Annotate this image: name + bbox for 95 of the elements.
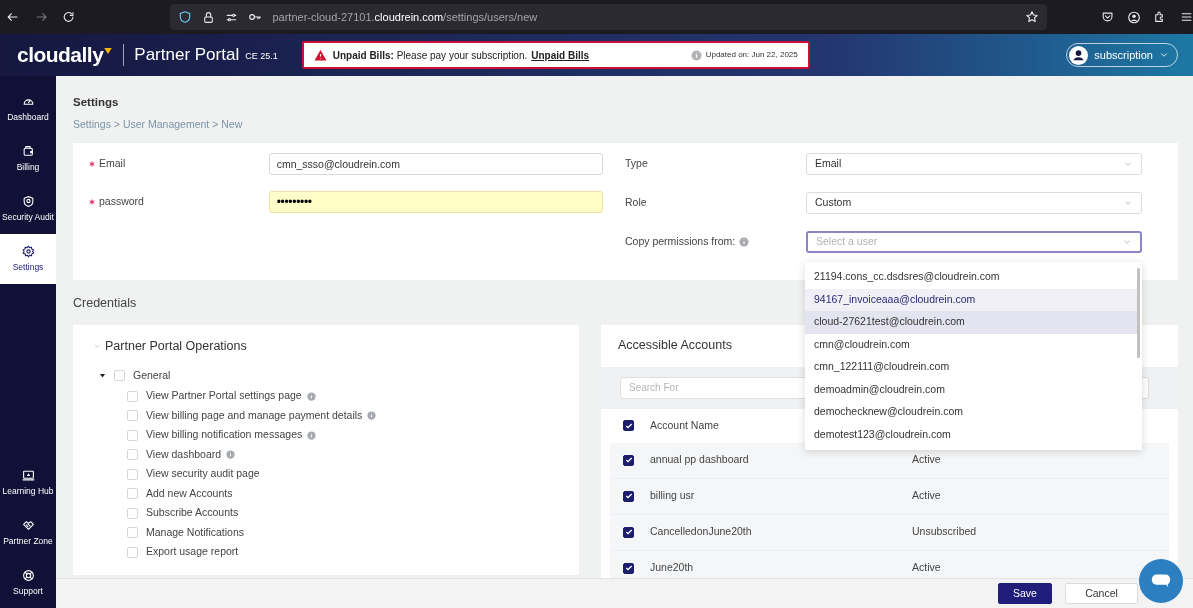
caret-down-icon[interactable]	[99, 371, 106, 379]
back-icon[interactable]	[6, 10, 20, 24]
checkbox[interactable]	[127, 429, 138, 441]
settings-icon	[21, 244, 35, 258]
field-label: Role	[625, 195, 647, 211]
sidebar-item[interactable]: Settings	[0, 234, 56, 284]
breadcrumb: Settings > User Management > New	[73, 117, 244, 133]
table-cell-text: Active	[912, 452, 941, 468]
shield-icon	[178, 10, 193, 24]
table-cell-text: Active	[912, 560, 941, 576]
checkbox[interactable]	[127, 488, 138, 500]
version-label: CE 25.1	[245, 50, 278, 64]
field-label: Email	[99, 156, 126, 172]
permission-label: View security audit page	[146, 466, 260, 482]
field-label: password	[99, 194, 144, 210]
checkbox[interactable]	[127, 527, 138, 539]
table-cell-text: June20th	[650, 560, 695, 576]
field-label: Copy permissions from:	[625, 234, 736, 250]
password-field[interactable]: •••••••••	[268, 191, 603, 213]
column-header: Account Name	[650, 417, 719, 433]
section-toggle[interactable]: Partner Portal Operations	[93, 336, 247, 356]
wallet-icon	[21, 144, 35, 158]
row-checkbox[interactable]	[623, 562, 634, 574]
row-checkbox[interactable]	[623, 454, 634, 466]
permission-label: View dashboard	[146, 446, 222, 462]
shield-icon	[21, 194, 35, 208]
table-cell-text: annual pp dashboard	[650, 452, 750, 468]
address-bar[interactable]: partner-cloud-27101.cloudrein.com/settings/users/new	[170, 4, 1048, 30]
row-checkbox[interactable]	[623, 526, 634, 538]
table-cell-text: Unsubscribed	[912, 524, 977, 540]
forward-icon[interactable]	[35, 10, 49, 24]
row-checkbox[interactable]	[623, 490, 634, 502]
warning-icon	[313, 48, 327, 62]
user-icon	[1069, 45, 1089, 65]
lifebuoy-icon	[21, 568, 35, 582]
sidebar-item[interactable]: Support	[0, 558, 56, 608]
unpaid-bills-link[interactable]: Unpaid Bills	[531, 47, 590, 63]
extensions-icon[interactable]	[1152, 10, 1166, 24]
info-icon	[739, 237, 750, 247]
checkbox[interactable]	[127, 546, 138, 558]
permission-label: Subscribe Accounts	[146, 505, 239, 521]
info-icon	[306, 391, 316, 401]
permission-label: Add new Accounts	[146, 485, 233, 501]
sidebar-item[interactable]: Billing	[0, 134, 56, 184]
select-all-checkbox[interactable]	[623, 420, 634, 432]
checkbox[interactable]	[127, 507, 138, 519]
laptop-icon	[21, 468, 35, 482]
sidebar-item[interactable]: Learning Hub	[0, 458, 56, 508]
alert-message: Unpaid Bills: Please pay your subscription.	[332, 48, 528, 63]
permission-label: View billing notification messages	[146, 427, 303, 443]
reload-icon[interactable]	[62, 10, 76, 24]
menu-icon[interactable]	[1179, 10, 1193, 24]
group-label: General	[133, 367, 171, 383]
sidebar-item[interactable]: Security Audit	[0, 184, 56, 234]
star-icon[interactable]	[1025, 10, 1040, 24]
text-field[interactable]: cmn_ssso@cloudrein.com	[268, 153, 603, 175]
info-icon	[690, 49, 702, 61]
sidebar-item[interactable]: Dashboard	[0, 84, 56, 134]
checkbox[interactable]	[127, 468, 138, 480]
account-icon[interactable]	[1126, 9, 1141, 25]
section-title: Credentials	[73, 295, 137, 312]
card-title: Accessible Accounts	[618, 337, 732, 355]
scrollbar[interactable]	[1137, 268, 1140, 358]
table-cell-text: billing usr	[650, 488, 696, 504]
checkbox[interactable]	[127, 449, 138, 461]
field-label: Type	[625, 156, 648, 172]
permission-label: View billing page and manage payment details	[146, 407, 363, 423]
permission-label: Manage Notifications	[146, 524, 245, 540]
select-field[interactable]: Custom	[806, 192, 1142, 214]
permission-label: Export usage report	[146, 544, 239, 560]
table-cell-text: CancelledonJune20th	[650, 524, 753, 540]
table-cell-text: Active	[912, 488, 941, 504]
dropdown-option[interactable]: cloud-27621test@cloudrein.com	[805, 311, 1137, 334]
info-icon	[226, 450, 236, 460]
cloudally-logo[interactable]: cloudally	[17, 39, 114, 71]
select-field[interactable]: Email	[806, 153, 1142, 175]
handshake-icon	[21, 518, 35, 532]
sidebar-item[interactable]: Partner Zone	[0, 508, 56, 558]
permission-label: View Partner Portal settings page	[146, 388, 302, 404]
page-title: Settings	[73, 95, 120, 110]
save-button[interactable]: Save	[998, 583, 1052, 604]
info-icon	[307, 430, 317, 440]
checkbox[interactable]	[127, 410, 138, 422]
product-title: Partner Portal	[134, 44, 240, 67]
logo-mark-icon	[103, 46, 114, 56]
checkbox[interactable]	[127, 390, 138, 402]
cancel-button[interactable]: Cancel	[1065, 583, 1138, 604]
updated-date: Updated on: Jun 22, 2025	[705, 49, 798, 61]
lock-icon	[202, 10, 216, 24]
info-icon	[367, 411, 377, 421]
chevron-down-icon	[1159, 50, 1169, 60]
url-text: partner-cloud-27101.cloudrein.com/settings/users/new	[272, 9, 538, 25]
dropdown-option[interactable]: 94167_invoiceaaa@cloudrein.com	[805, 288, 1137, 311]
checkbox[interactable]	[114, 369, 125, 381]
pocket-icon[interactable]	[1101, 10, 1115, 24]
